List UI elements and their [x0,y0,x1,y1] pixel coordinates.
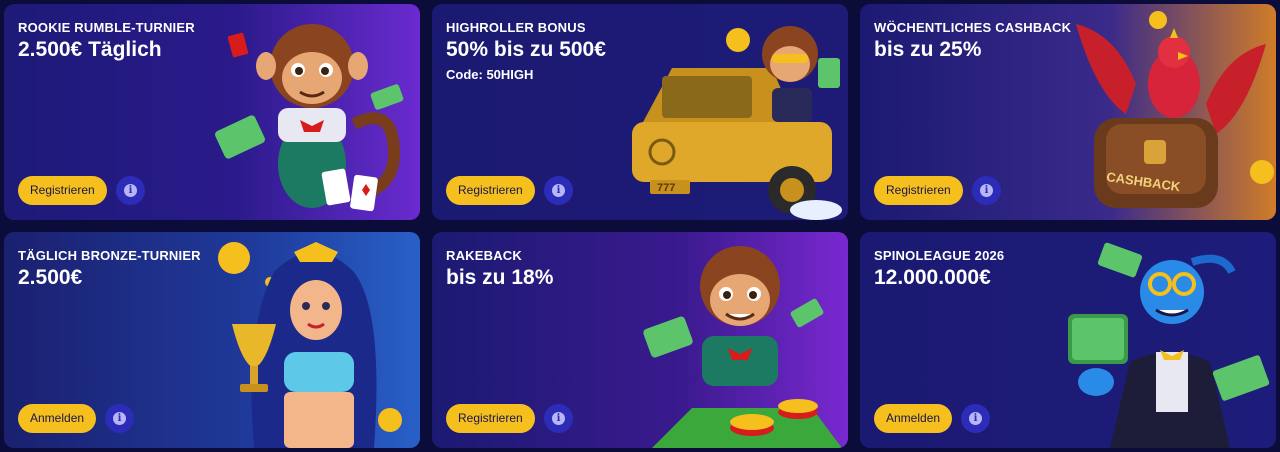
info-button[interactable]: i [544,404,573,433]
promo-card-rakeback[interactable]: RAKEBACK bis zu 18% Registrieren i [432,232,848,448]
genie-with-money-illustration [1060,232,1276,448]
promo-title: ROOKIE RUMBLE-TURNIER [18,20,195,35]
info-button[interactable]: i [105,404,134,433]
info-icon: i [969,412,982,425]
promo-headline: 2.500€ Täglich [18,38,162,61]
promo-card-spinoleague[interactable]: SPINOLEAGUE 2026 12.000.000€ Anmelden i [860,232,1276,448]
promo-title: HIGHROLLER BONUS [446,20,586,35]
monkey-in-gold-car-illustration: 777 [622,4,848,220]
promo-card-rookie-rumble[interactable]: ROOKIE RUMBLE-TURNIER 2.500€ Täglich Reg… [4,4,420,220]
info-button[interactable]: i [961,404,990,433]
princess-with-trophy-illustration [204,232,420,448]
promotions-grid: ROOKIE RUMBLE-TURNIER 2.500€ Täglich Reg… [0,0,1280,452]
promo-title: TÄGLICH BRONZE-TURNIER [18,248,201,263]
info-icon: i [980,184,993,197]
promo-title: WÖCHENTLICHES CASHBACK [874,20,1072,35]
promo-headline: 12.000.000€ [874,266,991,289]
promo-headline: 2.500€ [18,266,83,289]
info-button[interactable]: i [544,176,573,205]
register-button[interactable]: Registrieren [18,176,107,205]
info-button[interactable]: i [972,176,1001,205]
promo-title: RAKEBACK [446,248,522,263]
promo-headline: 50% bis zu 500€ [446,38,606,61]
register-button[interactable]: Registrieren [446,404,535,433]
promo-headline: bis zu 18% [446,266,554,289]
info-icon: i [124,184,137,197]
phoenix-with-cashback-bag-illustration: CASHBACK [1066,4,1276,220]
login-button[interactable]: Anmelden [18,404,97,433]
register-button[interactable]: Registrieren [874,176,963,205]
promo-card-daily-bronze-tournament[interactable]: TÄGLICH BRONZE-TURNIER 2.500€ Anmelden i [4,232,420,448]
monkey-with-chips-illustration [632,232,848,448]
promo-title: SPINOLEAGUE 2026 [874,248,1005,263]
promo-code: Code: 50HIGH [446,67,534,82]
car-plate-label: 777 [657,182,675,194]
info-icon: i [552,184,565,197]
monkey-with-cards-illustration [204,4,420,220]
info-button[interactable]: i [116,176,145,205]
info-icon: i [552,412,565,425]
info-icon: i [113,412,126,425]
promo-headline: bis zu 25% [874,38,982,61]
promo-card-weekly-cashback[interactable]: CASHBACK WÖCHENTLICHES CASHBACK bis zu 2… [860,4,1276,220]
register-button[interactable]: Registrieren [446,176,535,205]
login-button[interactable]: Anmelden [874,404,953,433]
promo-card-highroller-bonus[interactable]: 777 HIGHROLLER BONUS 50% bis zu 500€ Cod… [432,4,848,220]
